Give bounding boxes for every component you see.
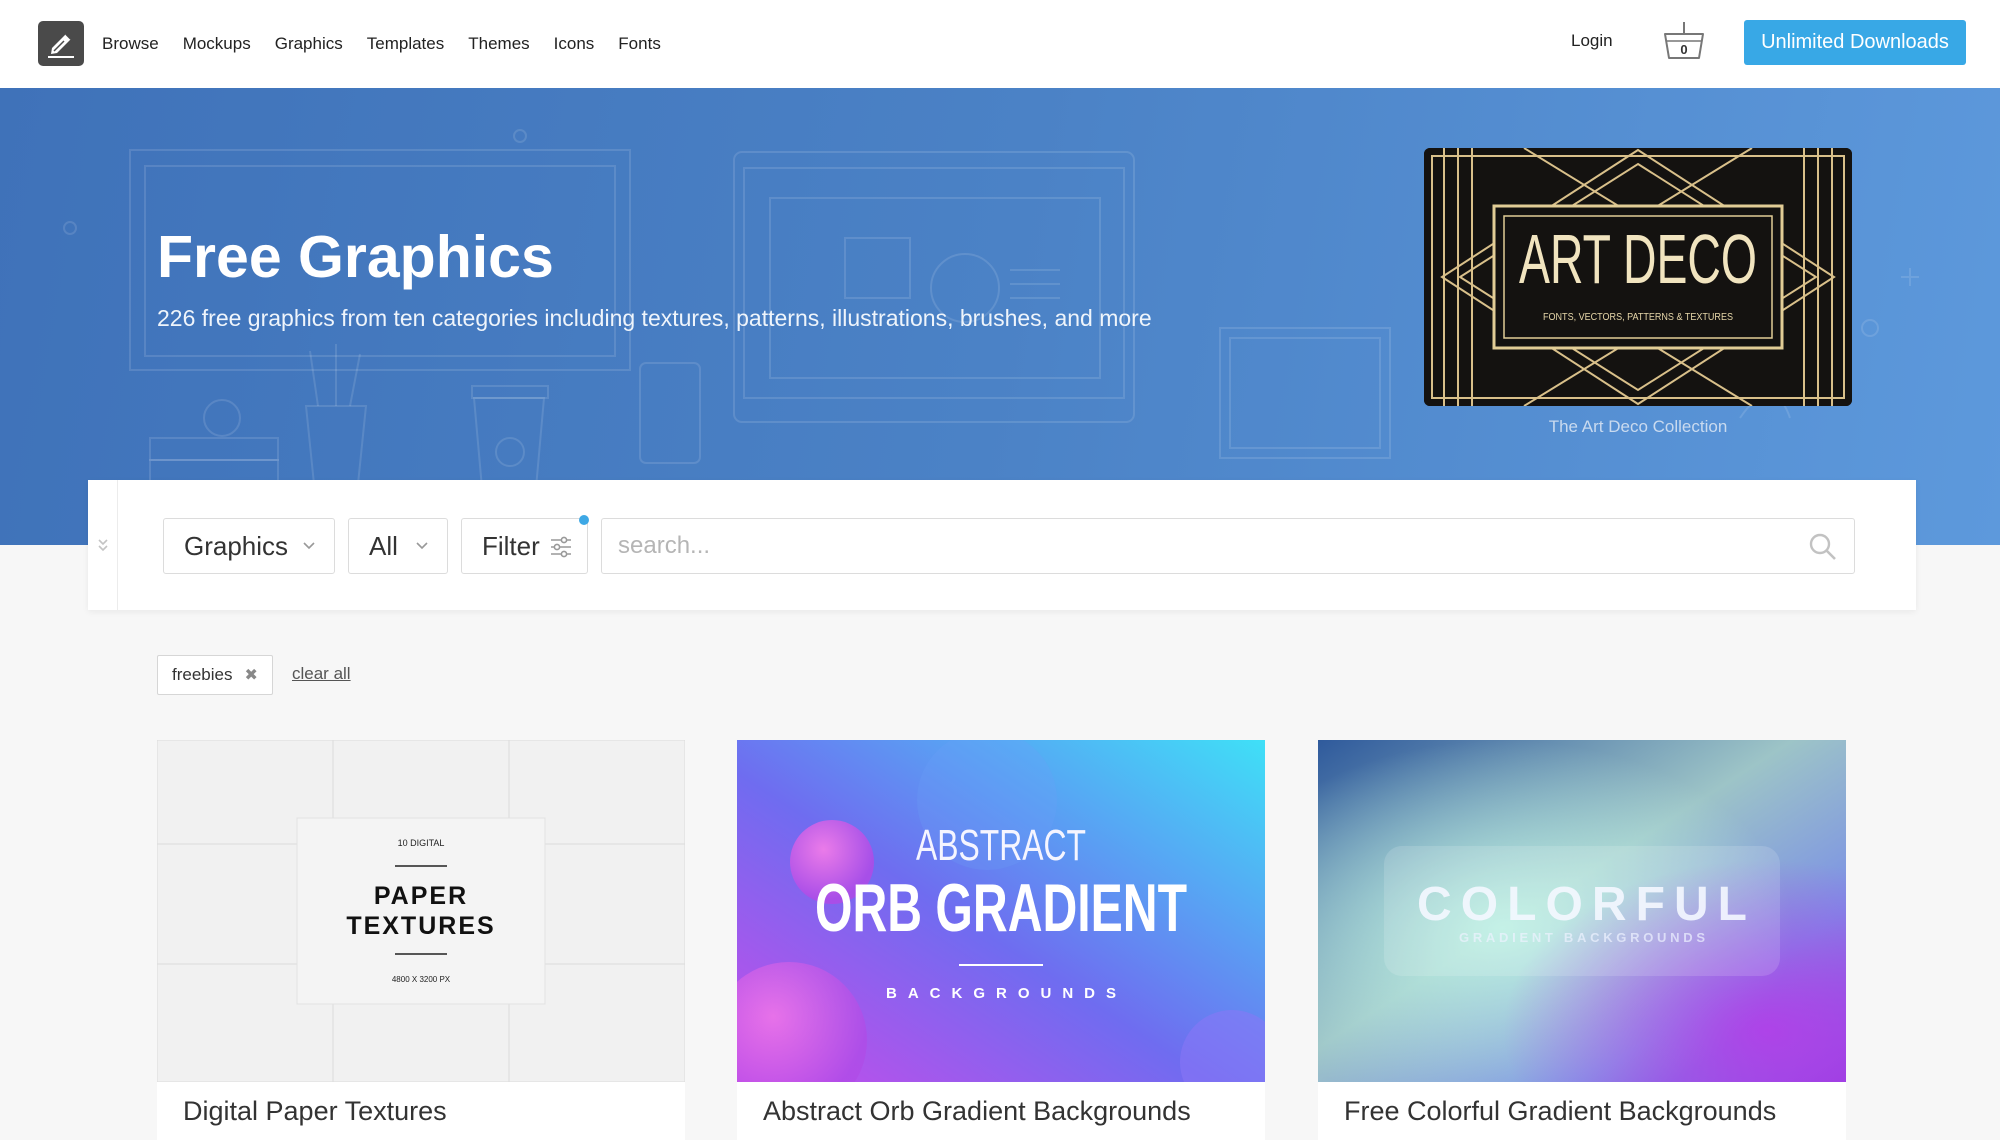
nav-icons[interactable]: Icons [554,34,595,54]
nav-mockups[interactable]: Mockups [183,34,251,54]
sliders-icon [551,536,571,558]
featured-caption[interactable]: The Art Deco Collection [1424,417,1852,437]
card-title[interactable]: Digital Paper Textures [183,1096,447,1127]
product-card[interactable]: 10 DIGITAL PAPER TEXTURES 4800 X 3200 PX… [157,740,685,1140]
nav-fonts[interactable]: Fonts [618,34,661,54]
page-title: Free Graphics [157,224,554,290]
clear-all-link[interactable]: clear all [292,664,351,684]
thumb-text: ABSTRACT [916,821,1086,870]
active-tag-freebies: freebies ✖ [157,655,273,695]
card-thumbnail: COLORFUL GRADIENT BACKGROUNDS [1318,740,1846,1082]
thumb-text: TEXTURES [346,912,495,940]
nav-graphics[interactable]: Graphics [275,34,343,54]
nav-themes[interactable]: Themes [468,34,529,54]
site-logo-icon[interactable] [38,21,84,66]
search-input[interactable] [601,518,1855,574]
art-deco-subheading: FONTS, VECTORS, PATTERNS & TEXTURES [1543,312,1733,323]
thumb-text: COLORFUL [1417,878,1747,931]
card-title[interactable]: Abstract Orb Gradient Backgrounds [763,1096,1191,1127]
search-icon [1809,533,1836,560]
cart-count: 0 [1680,42,1688,57]
category-select[interactable]: Graphics [163,518,335,574]
page-subtitle: 226 free graphics from ten categories in… [157,305,1152,331]
category-select-value: Graphics [184,530,289,561]
product-card[interactable]: ABSTRACT ORB GRADIENT BACKGROUNDS Abstra… [737,740,1265,1140]
card-title[interactable]: Free Colorful Gradient Backgrounds [1344,1096,1776,1127]
search-button[interactable] [1808,532,1838,562]
hero-banner: Free Graphics 226 free graphics from ten… [0,88,2000,545]
filter-button[interactable]: Filter [461,518,588,574]
thumb-text: 10 DIGITAL [398,838,445,848]
art-deco-heading: ART DECO [1519,220,1757,298]
product-card[interactable]: COLORFUL GRADIENT BACKGROUNDS Free Color… [1318,740,1846,1140]
chevron-down-icon [303,542,315,550]
featured-art-deco-banner[interactable]: ART DECO FONTS, VECTORS, PATTERNS & TEXT… [1424,148,1852,406]
top-navbar: Browse Mockups Graphics Templates Themes… [0,0,2000,88]
collapse-toggle[interactable] [88,480,118,610]
filter-label: Filter [482,530,540,561]
main-nav: Browse Mockups Graphics Templates Themes… [102,0,685,88]
double-chevron-down-icon [97,539,108,552]
search-filter-bar: Graphics All Filter [88,480,1916,610]
thumb-text: PAPER [374,882,468,910]
login-link[interactable]: Login [1571,31,1613,51]
tag-label: freebies [172,665,233,684]
thumb-text: 4800 X 3200 PX [392,975,451,984]
nav-browse[interactable]: Browse [102,34,159,54]
art-deco-artwork: ART DECO FONTS, VECTORS, PATTERNS & TEXT… [1424,148,1852,406]
chevron-down-icon [416,542,428,550]
card-thumbnail: 10 DIGITAL PAPER TEXTURES 4800 X 3200 PX [157,740,685,1082]
unlimited-downloads-button[interactable]: Unlimited Downloads [1744,20,1966,65]
cart-button[interactable]: 0 [1662,19,1706,63]
filter-active-indicator [579,515,589,525]
thumb-text: ORB GRADIENT [815,870,1187,946]
scope-select-value: All [369,530,398,561]
nav-templates[interactable]: Templates [367,34,444,54]
remove-tag-icon[interactable]: ✖ [244,665,257,685]
scope-select[interactable]: All [348,518,448,574]
card-thumbnail: ABSTRACT ORB GRADIENT BACKGROUNDS [737,740,1265,1082]
